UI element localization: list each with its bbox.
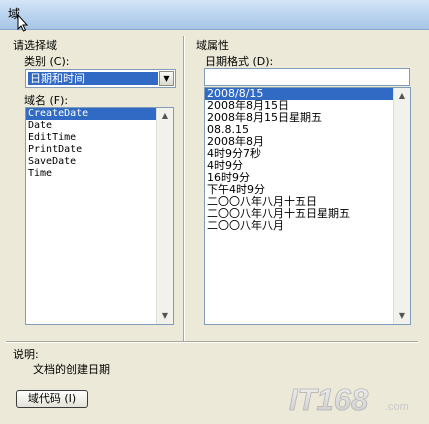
category-combobox[interactable]: 日期和时间 ▼ — [25, 69, 176, 88]
scroll-up-icon[interactable]: ▲ — [394, 88, 410, 104]
date-format-scrollbar[interactable]: ▲ ▼ — [393, 88, 410, 324]
field-name-item[interactable]: Date — [26, 120, 173, 132]
field-name-item[interactable]: Time — [26, 168, 173, 180]
date-format-input[interactable] — [204, 68, 410, 86]
chevron-down-icon[interactable]: ▼ — [159, 71, 174, 86]
mouse-cursor-icon — [17, 14, 29, 32]
description-text: 文档的创建日期 — [33, 363, 110, 376]
category-label: 类别 (C): — [24, 55, 70, 68]
field-names-label: 域名 (F): — [24, 94, 69, 107]
date-format-list[interactable]: 2008/8/15 2008年8月15日 2008年8月15日星期五 08.8.15 2… — [204, 87, 411, 325]
field-names-scrollbar[interactable]: ▲ ▼ — [156, 108, 173, 324]
date-format-label: 日期格式 (D): — [205, 55, 274, 68]
date-format-item[interactable]: 二〇〇八年八月 — [205, 220, 410, 232]
field-names-list[interactable]: CreateDate Date EditTime PrintDate SaveDate T… — [25, 107, 174, 325]
scroll-down-icon[interactable]: ▼ — [157, 308, 173, 324]
title-bar: 域 — [0, 0, 429, 30]
right-group-label: 域属性 — [196, 39, 229, 52]
field-name-item[interactable]: PrintDate — [26, 144, 173, 156]
group-divider — [183, 36, 185, 341]
description-divider — [6, 341, 418, 343]
field-name-item[interactable]: CreateDate — [26, 108, 173, 120]
field-codes-button[interactable]: 域代码 (I) — [16, 390, 88, 408]
field-name-item[interactable]: EditTime — [26, 132, 173, 144]
scroll-down-icon[interactable]: ▼ — [394, 308, 410, 324]
description-label: 说明: — [13, 348, 39, 361]
logo-text: IT168 — [289, 382, 369, 417]
left-group-label: 请选择域 — [13, 39, 57, 52]
field-name-item[interactable]: SaveDate — [26, 156, 173, 168]
scroll-up-icon[interactable]: ▲ — [157, 108, 173, 124]
it168-logo: IT168 .com — [289, 382, 409, 418]
category-selected-value: 日期和时间 — [28, 72, 158, 85]
logo-domain: .com — [385, 401, 409, 413]
